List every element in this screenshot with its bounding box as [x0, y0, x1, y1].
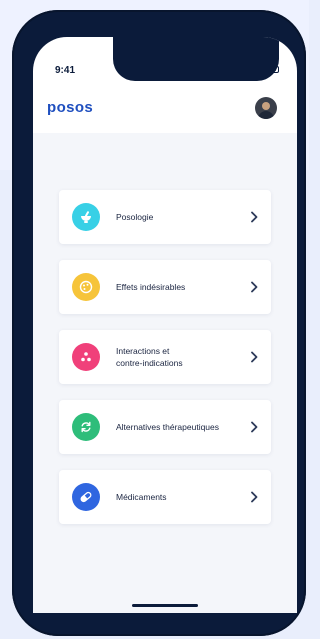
- menu-card-posologie[interactable]: Posologie: [59, 190, 271, 244]
- menu-card-interactions[interactable]: Interactions et contre-indications: [59, 330, 271, 384]
- chevron-right-icon: [251, 211, 258, 223]
- chevron-right-icon: [251, 491, 258, 503]
- home-indicator[interactable]: [132, 604, 198, 607]
- pill-icon: [72, 483, 100, 511]
- menu-area: Posologie Effets indésirables Interactio…: [33, 133, 297, 613]
- notch: [113, 37, 279, 81]
- menu-card-effets-indesirables[interactable]: Effets indésirables: [59, 260, 271, 314]
- avatar-body: [258, 111, 274, 119]
- chevron-right-icon: [251, 421, 258, 433]
- mortar-icon: [72, 203, 100, 231]
- chevron-right-icon: [251, 351, 258, 363]
- posos-logo[interactable]: posos: [47, 99, 93, 116]
- status-time: 9:41: [55, 65, 76, 76]
- user-avatar[interactable]: [255, 97, 277, 119]
- refresh-icon: [72, 413, 100, 441]
- molecule-icon: [72, 343, 100, 371]
- menu-label: Médicaments: [116, 492, 167, 502]
- menu-card-medicaments[interactable]: Médicaments: [59, 470, 271, 524]
- palette-icon: [72, 273, 100, 301]
- chevron-right-icon: [251, 281, 258, 293]
- phone-frame: 9:41 posos Posologie Effets indésirables…: [12, 10, 306, 636]
- menu-label: Posologie: [116, 212, 154, 222]
- app-header: posos: [33, 81, 297, 133]
- menu-label: Interactions et contre-indications: [116, 346, 183, 368]
- menu-label: Alternatives thérapeutiques: [116, 422, 220, 432]
- app-screen: 9:41 posos Posologie Effets indésirables…: [33, 37, 297, 613]
- menu-label: Effets indésirables: [116, 282, 186, 292]
- avatar-face: [262, 102, 270, 110]
- menu-card-alternatives[interactable]: Alternatives thérapeutiques: [59, 400, 271, 454]
